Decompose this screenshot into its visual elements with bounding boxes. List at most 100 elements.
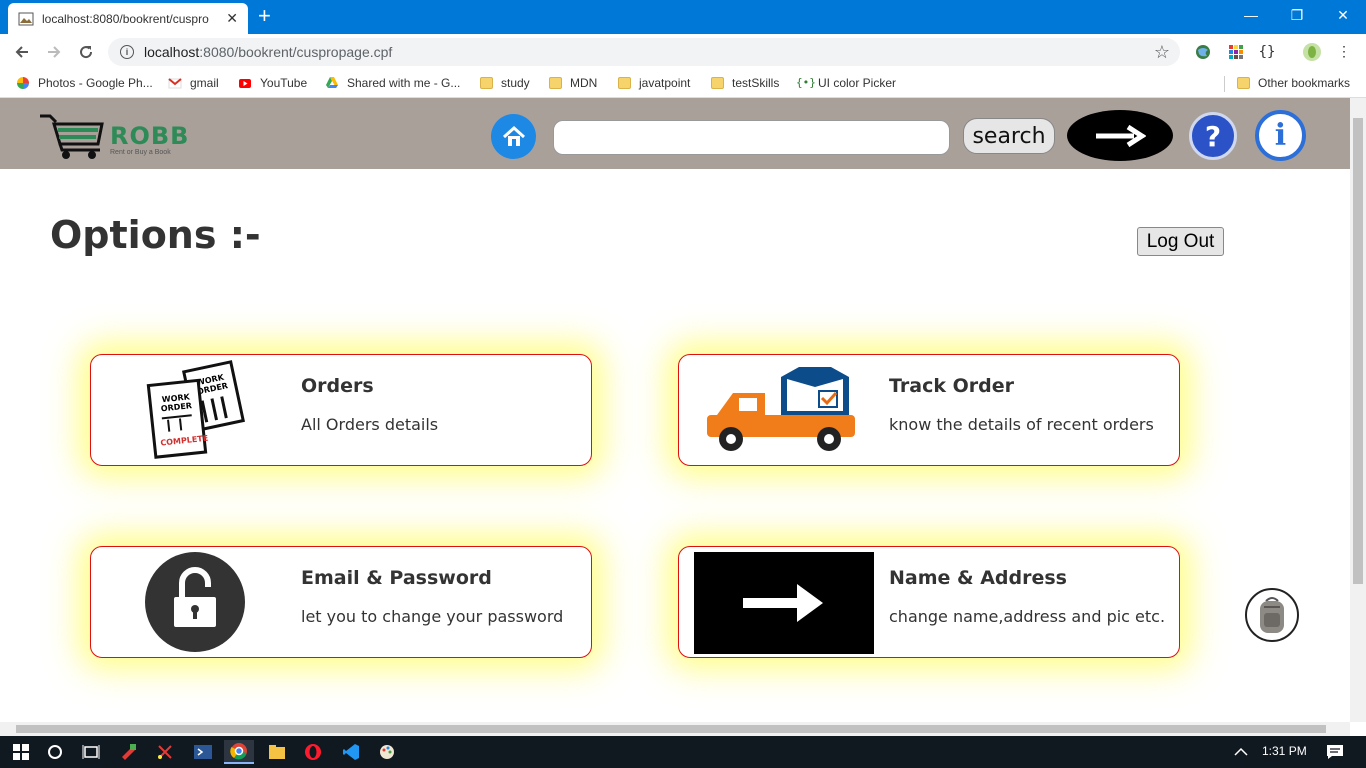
reload-button[interactable] xyxy=(74,40,98,64)
url-path: :8080/bookrent/cuspropage.cpf xyxy=(199,44,393,60)
folder-icon xyxy=(480,77,493,89)
browser-tab[interactable]: localhost:8080/bookrent/cuspro ✕ xyxy=(8,3,248,34)
help-button[interactable]: ? xyxy=(1189,112,1237,160)
drive-icon xyxy=(326,77,338,88)
logo-tagline: Rent or Buy a Book xyxy=(110,149,171,156)
search-button[interactable]: search xyxy=(963,118,1055,154)
page-content: ROBB Rent or Buy a Book search ? i Optio… xyxy=(0,98,1350,722)
orders-card[interactable]: WORK ORDER WORK ORDER COMPLETE Orders Al… xyxy=(90,354,592,466)
gmail-icon xyxy=(168,78,182,89)
app-vscode-icon[interactable] xyxy=(336,740,366,764)
vertical-scroll-thumb[interactable] xyxy=(1353,118,1363,584)
bookmark-study[interactable]: study xyxy=(480,76,530,90)
browser-menu-icon[interactable]: ⋮ xyxy=(1334,42,1354,62)
arrow-left-icon xyxy=(15,46,28,58)
card-title: Name & Address xyxy=(889,567,1067,589)
extension-palette-icon[interactable] xyxy=(1226,42,1246,62)
info-icon: i xyxy=(1274,118,1287,153)
horizontal-scroll-thumb[interactable] xyxy=(16,725,1326,733)
start-button[interactable] xyxy=(6,740,36,764)
site-logo[interactable]: ROBB Rent or Buy a Book xyxy=(38,112,188,160)
name-address-card[interactable]: Name & Address change name,address and p… xyxy=(678,546,1180,658)
minimize-button[interactable]: — xyxy=(1228,0,1274,30)
new-tab-button[interactable]: + xyxy=(258,5,271,27)
horizontal-scrollbar[interactable] xyxy=(0,722,1350,736)
app-explorer-icon[interactable] xyxy=(262,740,292,764)
app-powershell-icon[interactable] xyxy=(188,740,218,764)
bookmarks-divider xyxy=(1224,76,1225,92)
bookmark-mdn[interactable]: MDN xyxy=(549,76,597,90)
arrow-right-icon xyxy=(48,46,61,58)
chevron-up-icon xyxy=(1234,747,1248,756)
bookmark-javatpoint[interactable]: javatpoint xyxy=(618,76,690,90)
maximize-button[interactable]: ❐ xyxy=(1274,0,1320,30)
taskbar-clock[interactable]: 1:31 PM xyxy=(1262,744,1307,758)
back-button[interactable] xyxy=(10,40,34,64)
bookmark-testskills[interactable]: testSkills xyxy=(711,76,779,90)
site-info-icon[interactable]: i xyxy=(120,45,134,59)
search-taskbar-button[interactable] xyxy=(40,740,70,764)
folder-icon xyxy=(711,77,724,89)
cortana-icon xyxy=(48,745,62,759)
profile-avatar-icon[interactable] xyxy=(1302,42,1322,62)
extension-json-icon[interactable]: {} xyxy=(1257,42,1277,62)
vertical-scrollbar[interactable] xyxy=(1350,98,1366,722)
folder-icon xyxy=(618,77,631,89)
photos-icon xyxy=(17,77,29,89)
other-bookmarks[interactable]: Other bookmarks xyxy=(1237,76,1350,90)
app-opera-icon[interactable] xyxy=(298,740,328,764)
app-snip-icon[interactable] xyxy=(150,740,180,764)
card-title: Track Order xyxy=(889,375,1014,397)
help-icon: ? xyxy=(1204,119,1222,153)
bookmark-gmail[interactable]: gmail xyxy=(168,76,219,90)
card-title: Orders xyxy=(301,375,374,397)
windows-logo-icon xyxy=(13,744,29,760)
folder-icon xyxy=(1237,77,1250,89)
delivery-truck-icon xyxy=(693,359,873,461)
reload-icon xyxy=(80,46,93,59)
forward-button[interactable] xyxy=(42,40,66,64)
track-order-card[interactable]: Track Order know the details of recent o… xyxy=(678,354,1180,466)
tab-close-icon[interactable]: ✕ xyxy=(226,10,238,27)
picker-icon: {•} xyxy=(796,76,816,89)
youtube-icon xyxy=(239,79,251,88)
email-password-card[interactable]: Email & Password let you to change your … xyxy=(90,546,592,658)
about-button[interactable]: i xyxy=(1255,110,1306,161)
app-paint-icon[interactable] xyxy=(114,740,144,764)
close-window-button[interactable]: ✕ xyxy=(1320,0,1366,30)
tab-title: localhost:8080/bookrent/cuspro xyxy=(42,11,209,26)
home-icon xyxy=(502,125,525,146)
task-view-button[interactable] xyxy=(76,740,106,764)
bookmark-youtube[interactable]: YouTube xyxy=(238,76,307,90)
card-description: change name,address and pic etc. xyxy=(889,607,1166,626)
app-chrome-icon[interactable] xyxy=(224,740,254,764)
action-center-button[interactable] xyxy=(1320,740,1350,764)
card-description: All Orders details xyxy=(301,415,439,434)
go-button[interactable] xyxy=(1067,110,1173,161)
app-paint3d-icon[interactable] xyxy=(372,740,402,764)
bookmark-photos[interactable]: Photos - Google Ph... xyxy=(16,76,153,90)
notification-icon xyxy=(1327,745,1343,759)
windows-taskbar: 1:31 PM xyxy=(0,736,1366,768)
logout-button[interactable]: Log Out xyxy=(1137,227,1224,256)
extension-globe-icon[interactable] xyxy=(1193,42,1213,62)
bookmark-drive[interactable]: Shared with me - G... xyxy=(325,76,460,90)
show-hidden-icons-button[interactable] xyxy=(1226,740,1256,764)
card-title: Email & Password xyxy=(301,567,492,589)
shopping-cart-icon xyxy=(40,114,104,159)
search-input[interactable] xyxy=(553,120,950,155)
card-description: know the details of recent orders xyxy=(889,415,1154,434)
address-bar[interactable]: i localhost :8080/bookrent/cuspropage.cp… xyxy=(108,38,1180,66)
url-host: localhost xyxy=(144,44,200,60)
backpack-icon xyxy=(1260,597,1284,633)
bookmark-ui-color-picker[interactable]: {•} UI color Picker xyxy=(796,76,896,90)
page-title: Options :- xyxy=(50,213,261,257)
home-button[interactable] xyxy=(491,114,536,159)
bookmark-star-icon[interactable]: ☆ xyxy=(1154,42,1170,63)
page-favicon-icon xyxy=(18,12,34,25)
bookmarks-bar: Photos - Google Ph... gmail YouTube Shar… xyxy=(0,70,1366,98)
browser-toolbar: i localhost :8080/bookrent/cuspropage.cp… xyxy=(0,34,1366,70)
backpack-chat-button[interactable] xyxy=(1245,588,1299,642)
card-description: let you to change your password xyxy=(301,607,564,626)
site-header: ROBB Rent or Buy a Book search ? i xyxy=(0,98,1350,169)
